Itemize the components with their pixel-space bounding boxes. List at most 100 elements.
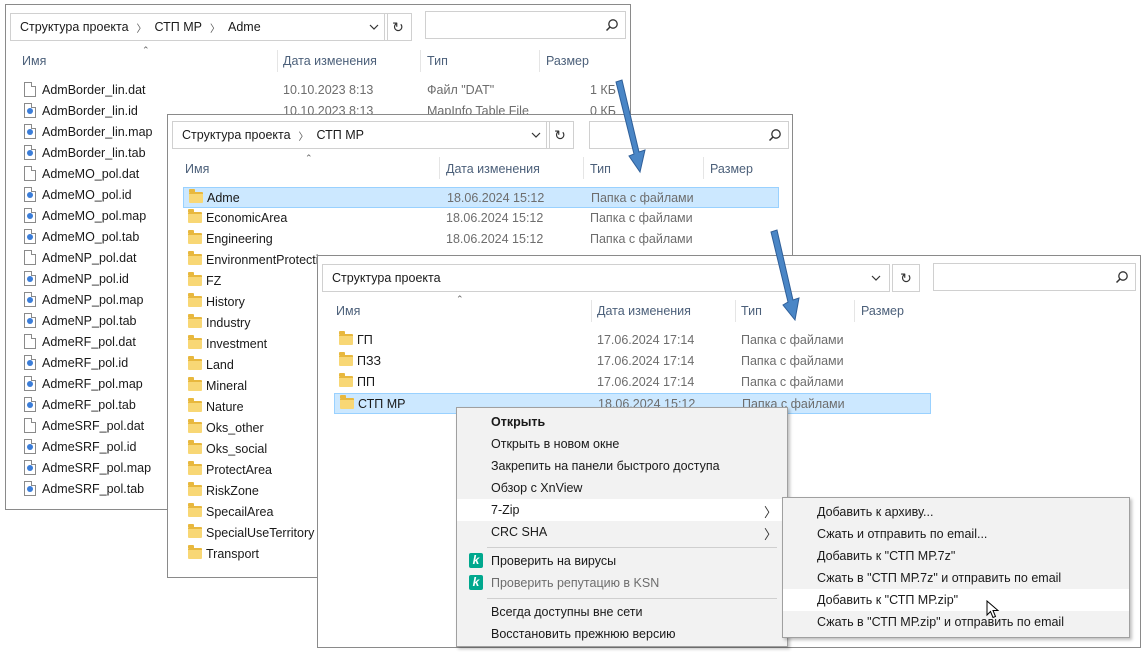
refresh-button[interactable]: ↻ xyxy=(384,13,412,41)
folder-row[interactable]: Nature xyxy=(183,397,333,418)
folder-icon xyxy=(188,461,202,475)
column-header-date[interactable]: Дата изменения xyxy=(597,304,691,318)
menu-item-pin-quick-access[interactable]: Закрепить на панели быстрого доступа xyxy=(457,455,787,477)
folder-row[interactable]: EnvironmentProtectio xyxy=(183,250,333,271)
submenu-item-compress-email[interactable]: Сжать и отправить по email... xyxy=(783,523,1129,545)
folder-row[interactable]: EconomicArea 18.06.2024 15:12 Папка с фа… xyxy=(183,208,779,229)
file-row[interactable]: AdmeRF_pol.map xyxy=(20,374,170,395)
folder-row[interactable]: Oks_social xyxy=(183,439,333,460)
folder-row[interactable]: Industry xyxy=(183,313,333,334)
column-divider[interactable] xyxy=(277,50,278,72)
file-row[interactable]: AdmeRF_pol.id xyxy=(20,353,170,374)
folder-row[interactable]: Investment xyxy=(183,334,333,355)
folder-row[interactable]: SpecialUseTerritory xyxy=(183,523,333,544)
folder-row[interactable]: ProtectArea xyxy=(183,460,333,481)
file-row[interactable]: AdmBorder_lin.dat 10.10.2023 8:13 Файл "… xyxy=(20,80,620,101)
column-divider[interactable] xyxy=(439,157,440,179)
column-header-size[interactable]: Размер xyxy=(546,54,589,68)
file-row[interactable]: AdmeNP_pol.tab xyxy=(20,311,170,332)
file-row[interactable]: AdmeNP_pol.dat xyxy=(20,248,170,269)
folder-row[interactable]: Land xyxy=(183,355,333,376)
column-header-size[interactable]: Размер xyxy=(861,304,904,318)
folder-row-selected[interactable]: Adme 18.06.2024 15:12 Папка с файлами xyxy=(183,187,779,208)
file-row[interactable]: AdmBorder_lin.map xyxy=(20,122,170,143)
menu-item-open-new-window[interactable]: Открыть в новом окне xyxy=(457,433,787,455)
breadcrumb-item[interactable]: Структура проекта xyxy=(20,20,129,34)
column-header-name[interactable]: Имя xyxy=(336,304,360,318)
column-divider[interactable] xyxy=(703,157,704,179)
breadcrumb-item[interactable]: Структура проекта xyxy=(182,128,291,142)
breadcrumb-item[interactable]: СТП МР xyxy=(155,20,202,34)
breadcrumb-item[interactable]: Adme xyxy=(228,20,261,34)
menu-item-scan-virus[interactable]: k Проверить на вирусы xyxy=(457,550,787,572)
column-divider[interactable] xyxy=(420,50,421,72)
folder-row[interactable]: RiskZone xyxy=(183,481,333,502)
column-header-name[interactable]: Имя xyxy=(185,162,209,176)
column-header-date[interactable]: Дата изменения xyxy=(446,162,540,176)
menu-item-xnview[interactable]: Обзор с XnView xyxy=(457,477,787,499)
submenu-item-compress-zip-email[interactable]: Сжать в "СТП МР.zip" и отправить по emai… xyxy=(783,611,1129,633)
chevron-down-icon[interactable] xyxy=(863,265,889,291)
file-row[interactable]: AdmeSRF_pol.tab xyxy=(20,479,170,500)
folder-row[interactable]: Oks_other xyxy=(183,418,333,439)
column-divider[interactable] xyxy=(539,50,540,72)
refresh-button[interactable]: ↻ xyxy=(892,264,920,292)
file-name: AdmBorder_lin.tab xyxy=(42,146,146,160)
folder-name: Industry xyxy=(206,316,251,330)
mapinfo-icon xyxy=(24,292,36,307)
submenu-item-add-archive[interactable]: Добавить к архиву... xyxy=(783,501,1129,523)
address-bar[interactable]: Структура проекта 〉 СТП МР xyxy=(172,121,550,149)
menu-item-always-offline[interactable]: Всегда доступны вне сети xyxy=(457,601,787,623)
column-divider[interactable] xyxy=(583,157,584,179)
column-header-name[interactable]: Имя xyxy=(22,54,46,68)
submenu-item-add-zip[interactable]: Добавить к "СТП МР.zip" xyxy=(783,589,1129,611)
folder-row[interactable]: ПЗЗ 17.06.2024 17:14 Папка с файлами xyxy=(334,351,931,372)
file-row[interactable]: AdmeRF_pol.dat xyxy=(20,332,170,353)
menu-item-crc-sha[interactable]: CRC SHA 〉 xyxy=(457,521,787,543)
folder-row[interactable]: FZ xyxy=(183,271,333,292)
folder-row[interactable]: SpecailArea xyxy=(183,502,333,523)
column-header-date[interactable]: Дата изменения xyxy=(283,54,377,68)
file-row[interactable]: AdmeNP_pol.id xyxy=(20,269,170,290)
folder-row[interactable]: ПП 17.06.2024 17:14 Папка с файлами xyxy=(334,372,931,393)
breadcrumb-item[interactable]: СТП МР xyxy=(317,128,364,142)
file-row[interactable]: AdmeNP_pol.map xyxy=(20,290,170,311)
folder-row[interactable]: ГП 17.06.2024 17:14 Папка с файлами xyxy=(334,330,931,351)
menu-item-label: 7-Zip xyxy=(491,503,520,517)
file-row[interactable]: AdmeSRF_pol.dat xyxy=(20,416,170,437)
folder-name: СТП МР xyxy=(358,397,406,411)
column-divider[interactable] xyxy=(591,300,592,322)
menu-item-label: Добавить к "СТП МР.zip" xyxy=(817,593,959,607)
file-row[interactable]: AdmBorder_lin.tab xyxy=(20,143,170,164)
submenu-item-add-7z[interactable]: Добавить к "СТП МР.7z" xyxy=(783,545,1129,567)
folder-row[interactable]: Engineering 18.06.2024 15:12 Папка с фай… xyxy=(183,229,779,250)
search-input[interactable] xyxy=(933,263,1136,291)
folder-row[interactable]: Mineral xyxy=(183,376,333,397)
column-header-size[interactable]: Размер xyxy=(710,162,753,176)
menu-item-open[interactable]: Открыть xyxy=(457,411,787,433)
refresh-button[interactable]: ↻ xyxy=(546,121,574,149)
folder-name: Oks_other xyxy=(206,421,264,435)
menu-item-7zip[interactable]: 7-Zip 〉 xyxy=(457,499,787,521)
column-header-type[interactable]: Тип xyxy=(741,304,762,318)
breadcrumb-item[interactable]: Структура проекта xyxy=(332,271,441,285)
submenu-item-compress-7z-email[interactable]: Сжать в "СТП МР.7z" и отправить по email xyxy=(783,567,1129,589)
search-input[interactable] xyxy=(425,11,626,39)
menu-item-label: Добавить к архиву... xyxy=(817,505,934,519)
file-row[interactable]: AdmeSRF_pol.id xyxy=(20,437,170,458)
file-row[interactable]: AdmeMO_pol.map xyxy=(20,206,170,227)
menu-item-ksn-reputation[interactable]: k Проверить репутацию в KSN xyxy=(457,572,787,594)
menu-item-restore-version[interactable]: Восстановить прежнюю версию xyxy=(457,623,787,645)
file-row[interactable]: AdmeSRF_pol.map xyxy=(20,458,170,479)
column-divider[interactable] xyxy=(854,300,855,322)
folder-row[interactable]: History xyxy=(183,292,333,313)
menu-item-label: Сжать и отправить по email... xyxy=(817,527,988,541)
column-divider[interactable] xyxy=(735,300,736,322)
file-row[interactable]: AdmeMO_pol.dat xyxy=(20,164,170,185)
file-row[interactable]: AdmeMO_pol.tab xyxy=(20,227,170,248)
file-row[interactable]: AdmeMO_pol.id xyxy=(20,185,170,206)
file-row[interactable]: AdmeRF_pol.tab xyxy=(20,395,170,416)
address-bar[interactable]: Структура проекта 〉 СТП МР 〉 Adme xyxy=(10,13,388,41)
folder-row[interactable]: Transport xyxy=(183,544,333,565)
column-header-type[interactable]: Тип xyxy=(427,54,448,68)
